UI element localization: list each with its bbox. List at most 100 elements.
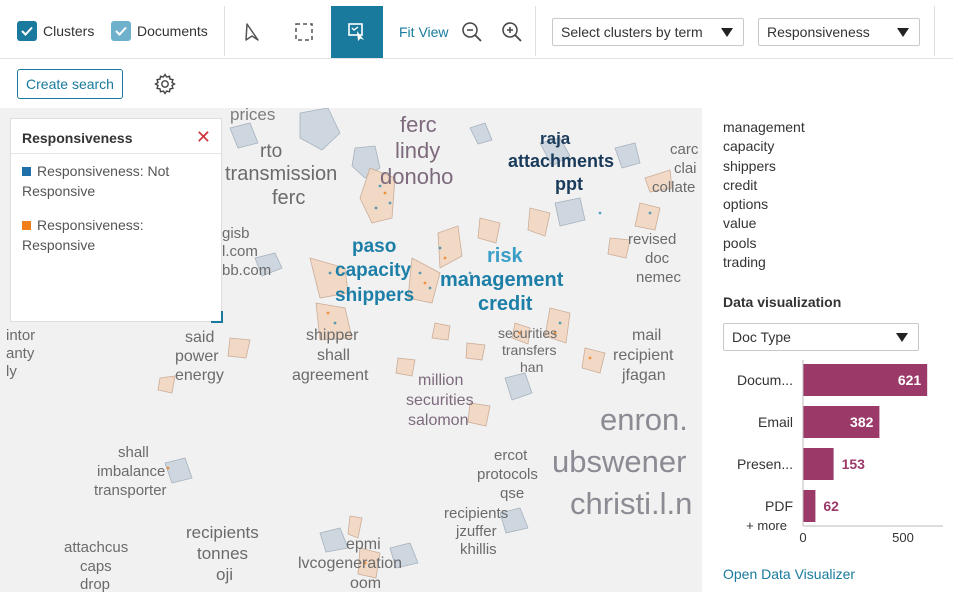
create-search-button[interactable]: Create search — [17, 69, 123, 99]
cluster-label[interactable]: imbalance — [97, 464, 165, 479]
close-icon[interactable]: ✕ — [196, 127, 211, 148]
more-categories-link[interactable]: + more — [746, 518, 787, 533]
cluster-label[interactable]: recipients — [444, 506, 508, 521]
cluster-label[interactable]: transfers — [502, 343, 556, 357]
legend-item-responsive[interactable]: Responsiveness: Responsive — [22, 215, 212, 255]
cluster-label[interactable]: han — [520, 360, 543, 374]
cluster-label[interactable]: paso — [352, 237, 396, 256]
cluster-label[interactable]: capacity — [335, 261, 411, 280]
cluster-label[interactable]: ferc — [272, 188, 305, 208]
cluster-label[interactable]: credit — [478, 294, 532, 314]
cluster-label[interactable]: management — [440, 270, 563, 290]
cluster-term-select[interactable]: Select clusters by term — [552, 18, 744, 46]
caret-down-icon — [897, 28, 909, 37]
doc-type-select[interactable]: Doc Type — [723, 323, 919, 351]
cluster-label[interactable]: lvcogeneration — [298, 556, 402, 572]
cluster-label[interactable]: jfagan — [622, 368, 666, 384]
cluster-label[interactable]: transmission — [225, 164, 337, 184]
bar[interactable] — [803, 448, 834, 480]
gear-icon[interactable] — [153, 72, 177, 96]
cluster-shape — [581, 347, 606, 374]
box-select-tool-button[interactable] — [278, 6, 330, 58]
cluster-label[interactable]: doc — [645, 251, 669, 266]
zoom-in-icon[interactable] — [500, 20, 524, 44]
cluster-label[interactable]: shall — [317, 348, 350, 364]
cluster-label[interactable]: anty — [6, 346, 34, 361]
cluster-label[interactable]: jzuffer — [456, 524, 497, 539]
cluster-label[interactable]: salomon — [408, 413, 468, 429]
fit-view-button[interactable]: Fit View — [399, 24, 449, 40]
cluster-label[interactable]: collate — [652, 180, 695, 195]
cluster-label[interactable]: l.com — [222, 244, 258, 259]
cluster-label[interactable]: khillis — [460, 542, 497, 557]
cluster-label[interactable]: power — [175, 349, 219, 365]
cluster-label[interactable]: attachcus — [64, 540, 128, 555]
cluster-label[interactable]: shall — [118, 445, 149, 460]
cluster-label[interactable]: securities — [406, 393, 474, 409]
cluster-label[interactable]: caps — [80, 559, 112, 574]
cluster-label[interactable]: securities — [498, 326, 557, 340]
cluster-label[interactable]: ly — [6, 364, 17, 379]
cluster-label[interactable]: protocols — [477, 467, 538, 482]
cluster-label[interactable]: nemec — [636, 270, 681, 285]
pointer-tool-button[interactable] — [226, 6, 278, 58]
cluster-label[interactable]: revised — [628, 232, 676, 247]
cluster-label[interactable]: carc — [670, 142, 698, 157]
cluster-label[interactable]: attachments — [508, 152, 614, 170]
color-by-select[interactable]: Responsiveness — [758, 18, 920, 46]
bar[interactable] — [803, 490, 816, 522]
cluster-label[interactable]: intor — [6, 328, 35, 343]
cluster-label[interactable]: energy — [175, 368, 224, 384]
zoom-out-icon[interactable] — [460, 20, 484, 44]
cluster-label[interactable]: recipient — [613, 348, 673, 364]
cluster-label[interactable]: rto — [260, 142, 282, 161]
cluster-label[interactable]: tonnes — [197, 545, 248, 562]
cluster-label[interactable]: raja — [540, 130, 570, 147]
cluster-label[interactable]: ercot — [494, 448, 527, 463]
cluster-label[interactable]: risk — [487, 246, 523, 266]
cluster-terms-list: management capacity shippers credit opti… — [723, 118, 805, 272]
cluster-label[interactable]: recipients — [186, 524, 259, 541]
cluster-label[interactable]: shippers — [335, 286, 414, 305]
cluster-label[interactable]: qse — [500, 486, 524, 501]
cluster-label[interactable]: christi.l.n — [570, 488, 692, 519]
cluster-term-select-value: Select clusters by term — [561, 24, 703, 40]
cluster-label[interactable]: gisb — [222, 226, 250, 241]
cluster-label[interactable]: clai — [674, 161, 697, 176]
cluster-label[interactable]: ferc — [400, 114, 437, 136]
term-item: pools — [723, 234, 757, 251]
cluster-label[interactable]: said — [185, 330, 214, 346]
cluster-shape — [431, 322, 451, 341]
color-swatch-icon — [22, 167, 31, 176]
divider — [934, 6, 935, 56]
cluster-label[interactable]: mail — [632, 328, 661, 344]
term-item: capacity — [723, 138, 775, 155]
cluster-label[interactable]: ppt — [555, 175, 583, 193]
cluster-label[interactable]: lindy — [395, 140, 440, 162]
cluster-label[interactable]: ubswener — [552, 446, 686, 477]
cluster-label[interactable]: epmi — [346, 537, 381, 553]
lasso-select-tool-button[interactable] — [331, 6, 383, 58]
cluster-label[interactable]: enron. — [600, 404, 688, 435]
cluster-shape — [157, 375, 176, 394]
cluster-label[interactable]: donoho — [380, 166, 453, 188]
divider — [535, 6, 536, 56]
legend-item-label: Responsiveness: Responsive — [22, 217, 144, 253]
documents-checkbox[interactable]: Documents — [111, 20, 208, 42]
cluster-label[interactable]: agreement — [292, 368, 369, 384]
clusters-checkbox[interactable]: Clusters — [17, 20, 94, 42]
cluster-label[interactable]: oji — [216, 566, 233, 583]
cluster-shape — [614, 142, 641, 169]
cluster-label[interactable]: oom — [350, 576, 381, 592]
cluster-label[interactable]: million — [418, 373, 463, 389]
doc-type-select-value: Doc Type — [732, 329, 791, 345]
cluster-shape — [395, 357, 416, 377]
cluster-label[interactable]: bb.com — [222, 263, 271, 278]
cluster-label[interactable]: transporter — [94, 483, 167, 498]
resize-handle[interactable] — [211, 311, 223, 323]
cluster-label[interactable]: prices — [230, 108, 275, 123]
open-data-visualizer-link[interactable]: Open Data Visualizer — [723, 566, 855, 582]
cluster-label[interactable]: drop — [80, 577, 110, 592]
cluster-label[interactable]: shipper — [306, 328, 358, 344]
legend-item-not-responsive[interactable]: Responsiveness: Not Responsive — [22, 161, 212, 201]
